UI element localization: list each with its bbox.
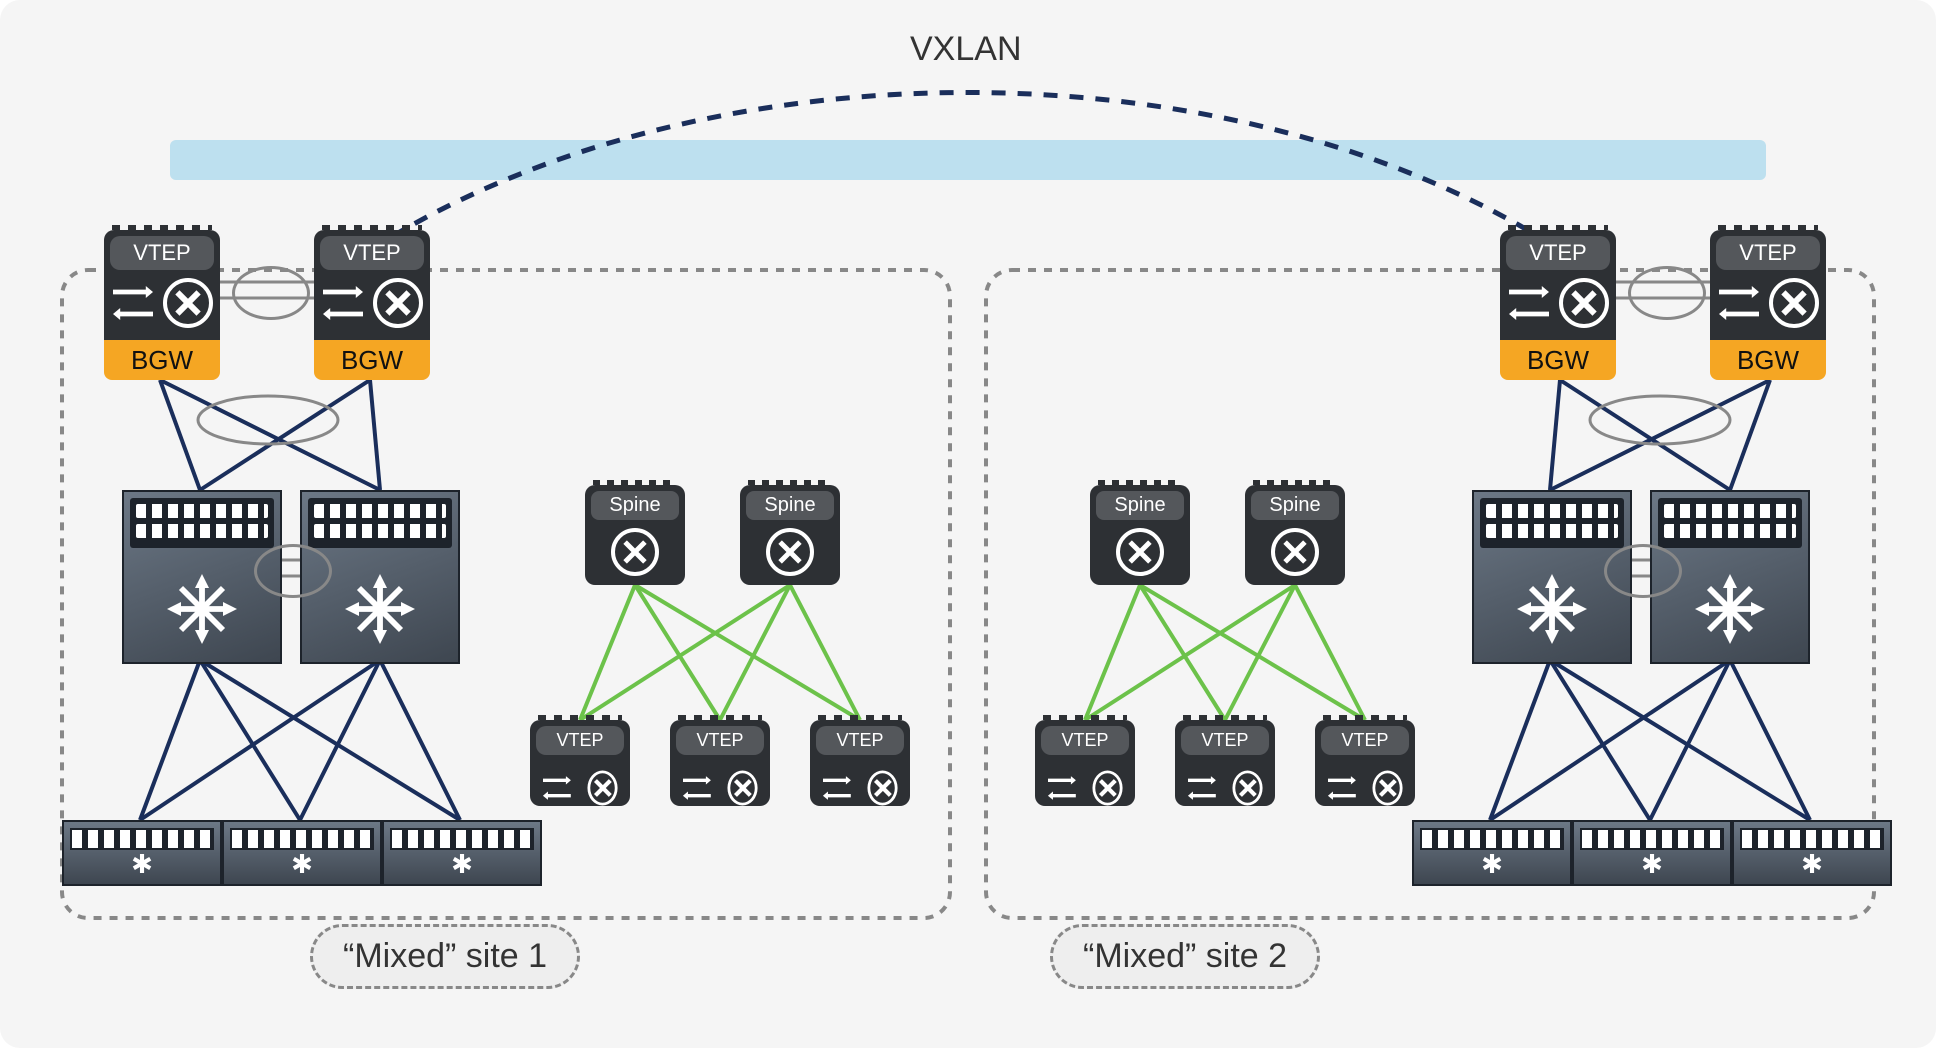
- route-icon: [766, 528, 814, 576]
- route-icon: [611, 528, 659, 576]
- site1-leaf-3: VTEP: [810, 720, 910, 806]
- route-icon: [373, 278, 423, 328]
- arrows-icon: [542, 775, 568, 802]
- site2-bgw-2-tag: BGW: [1710, 340, 1826, 380]
- route-icon: [1232, 771, 1262, 806]
- route-icon: [1092, 771, 1122, 806]
- route-icon: [867, 771, 897, 806]
- arrows-icon: [1507, 284, 1551, 322]
- site2-chassis-peer-ring: [1604, 544, 1682, 598]
- arrows-icon: [1327, 775, 1353, 802]
- site2-tag: “Mixed” site 2: [1050, 924, 1320, 989]
- route-icon: [1372, 771, 1402, 806]
- route-icon: [163, 278, 213, 328]
- site1-chassis-peer-ring: [254, 544, 332, 598]
- site2-leaf-2: VTEP: [1175, 720, 1275, 806]
- route-icon: [1769, 278, 1819, 328]
- arrows-icon: [1717, 284, 1761, 322]
- arrows-icon: [111, 284, 155, 322]
- site2-spine-1: Spine: [1090, 485, 1190, 585]
- route-icon: [1116, 528, 1164, 576]
- vtep-chip: VTEP: [320, 236, 424, 270]
- arrows-icon: [682, 775, 708, 802]
- site1-tag: “Mixed” site 1: [310, 924, 580, 989]
- route-icon: [587, 771, 617, 806]
- site1-bgw-2-tag: BGW: [314, 340, 430, 380]
- vtep-chip: VTEP: [676, 726, 764, 755]
- site1-access-2: ✱: [222, 820, 382, 886]
- spine-chip: Spine: [1251, 491, 1339, 520]
- arrows-icon: [1187, 775, 1213, 802]
- arrows-icon: [1047, 775, 1073, 802]
- vtep-chip: VTEP: [1321, 726, 1409, 755]
- site2-bgw-1-tag: BGW: [1500, 340, 1616, 380]
- site2-spine-2: Spine: [1245, 485, 1345, 585]
- vtep-chip: VTEP: [1181, 726, 1269, 755]
- site2-access-1: ✱: [1412, 820, 1572, 886]
- diagram-canvas: VXLAN VTEP BGW VTEP BGW ✱ ✱ ✱ Spine Spin…: [0, 0, 1936, 1048]
- site2-leaf-1: VTEP: [1035, 720, 1135, 806]
- site1-access-1: ✱: [62, 820, 222, 886]
- vtep-chip: VTEP: [816, 726, 904, 755]
- site2-access-2: ✱: [1572, 820, 1732, 886]
- connections-layer: [0, 0, 1936, 1048]
- vtep-chip: VTEP: [110, 236, 214, 270]
- route-icon: [727, 771, 757, 806]
- vtep-chip: VTEP: [1716, 236, 1820, 270]
- arrows-icon: [321, 284, 365, 322]
- vxlan-label: VXLAN: [910, 30, 1022, 69]
- site2-bgw-peer-ring: [1628, 266, 1706, 320]
- vtep-chip: VTEP: [1041, 726, 1129, 755]
- site1-bgw-1-tag: BGW: [104, 340, 220, 380]
- vxlan-arc: [370, 93, 1560, 251]
- route-icon: [1271, 528, 1319, 576]
- vtep-chip: VTEP: [1506, 236, 1610, 270]
- spine-chip: Spine: [1096, 491, 1184, 520]
- site1-spine-2: Spine: [740, 485, 840, 585]
- site2-leaf-3: VTEP: [1315, 720, 1415, 806]
- spine-chip: Spine: [591, 491, 679, 520]
- site1-leaf-1: VTEP: [530, 720, 630, 806]
- site2-access-3: ✱: [1732, 820, 1892, 886]
- site1-leaf-2: VTEP: [670, 720, 770, 806]
- arrows-icon: [822, 775, 848, 802]
- vtep-chip: VTEP: [536, 726, 624, 755]
- vxlan-band: [170, 140, 1766, 180]
- spine-chip: Spine: [746, 491, 834, 520]
- site1-access-3: ✱: [382, 820, 542, 886]
- site1-spine-1: Spine: [585, 485, 685, 585]
- site1-bgw-peer-ring: [232, 266, 310, 320]
- route-icon: [1559, 278, 1609, 328]
